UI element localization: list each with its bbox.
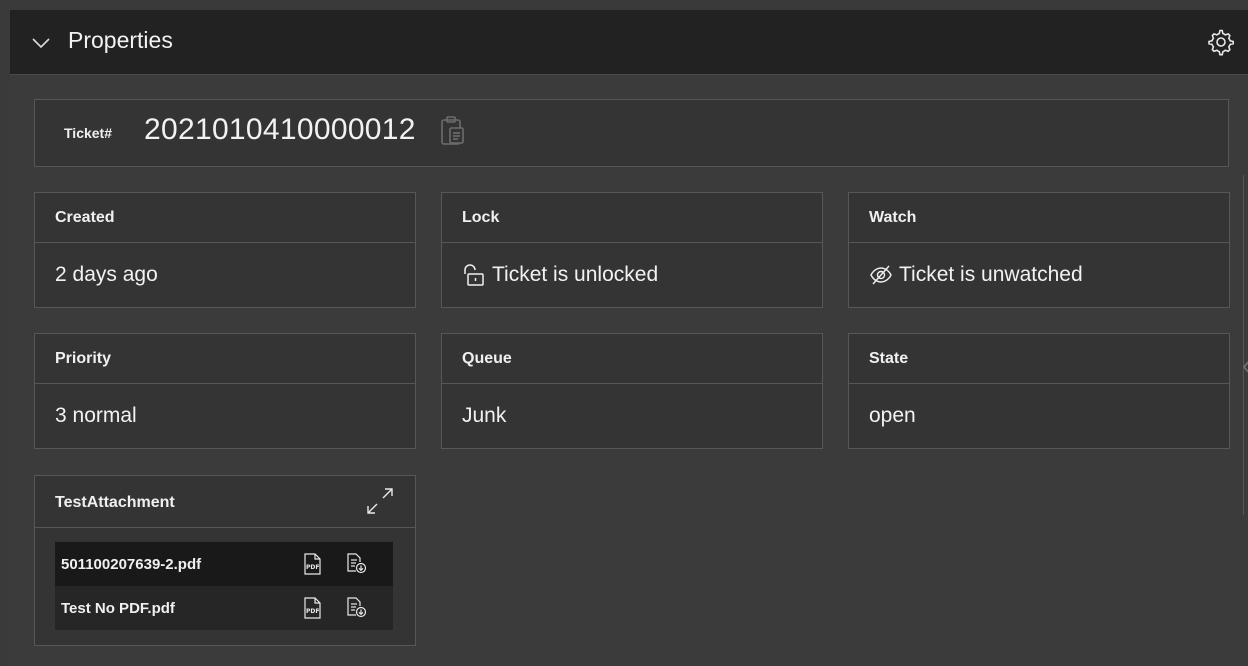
ticket-label: Ticket# [64, 125, 112, 141]
ticket-number-card: Ticket# 2021010410000012 [34, 99, 1229, 167]
chevron-left-icon[interactable] [1242, 358, 1248, 376]
attachment-card: TestAttachment 501100207639-2.pdf PDF Te… [34, 475, 416, 646]
field-value: 2 days ago [55, 263, 158, 287]
field-label: State [849, 334, 1229, 384]
attachment-row[interactable]: Test No PDF.pdf PDF [55, 586, 393, 630]
pdf-icon[interactable]: PDF [301, 597, 323, 619]
panel-title: Properties [68, 27, 173, 53]
field-created: Created 2 days ago [34, 192, 416, 308]
properties-panel: Properties Ticket# 2021010410000012 Crea… [10, 10, 1248, 666]
attachment-filename[interactable]: 501100207639-2.pdf [61, 556, 201, 573]
field-state: State open [848, 333, 1230, 449]
priority-value: 3 normal [55, 404, 137, 427]
attachment-filename[interactable]: Test No PDF.pdf [61, 600, 175, 617]
download-file-icon[interactable] [345, 552, 367, 574]
field-lock: Lock Ticket is unlocked [441, 192, 823, 308]
field-label: Priority [35, 334, 415, 384]
properties-header[interactable]: Properties [10, 10, 1248, 75]
attachment-row[interactable]: 501100207639-2.pdf PDF [55, 542, 393, 586]
field-value: Junk [462, 404, 506, 428]
pdf-icon[interactable]: PDF [301, 553, 323, 575]
attachment-list: 501100207639-2.pdf PDF Test No PDF.pdf P… [55, 542, 393, 630]
field-label: Watch [849, 193, 1229, 243]
created-value: 2 days ago [55, 263, 158, 286]
queue-value: Junk [462, 404, 507, 427]
field-label: Lock [442, 193, 822, 243]
attachment-label: TestAttachment [35, 476, 415, 528]
panel-divider [1243, 175, 1244, 515]
field-value: Ticket is unlocked [462, 263, 658, 287]
field-label: Created [35, 193, 415, 243]
clipboard-icon[interactable] [440, 115, 466, 147]
state-value: open [869, 404, 916, 427]
watch-value: Ticket is unwatched [899, 263, 1083, 286]
gear-icon[interactable] [1206, 27, 1236, 57]
field-value: Ticket is unwatched [869, 263, 1083, 287]
expand-icon[interactable] [365, 486, 395, 516]
field-queue: Queue Junk [441, 333, 823, 449]
field-label: Queue [442, 334, 822, 384]
field-watch: Watch Ticket is unwatched [848, 192, 1230, 308]
download-file-icon[interactable] [345, 596, 367, 618]
svg-text:PDF: PDF [306, 608, 319, 615]
field-priority: Priority 3 normal [34, 333, 416, 449]
eye-slash-icon [870, 265, 892, 285]
lock-value: Ticket is unlocked [492, 263, 659, 286]
ticket-number: 2021010410000012 [144, 113, 416, 146]
field-value: open [869, 404, 916, 428]
chevron-down-icon[interactable] [30, 32, 52, 54]
unlocked-padlock-icon [464, 264, 484, 286]
svg-text:PDF: PDF [306, 564, 319, 571]
field-value: 3 normal [55, 404, 137, 428]
